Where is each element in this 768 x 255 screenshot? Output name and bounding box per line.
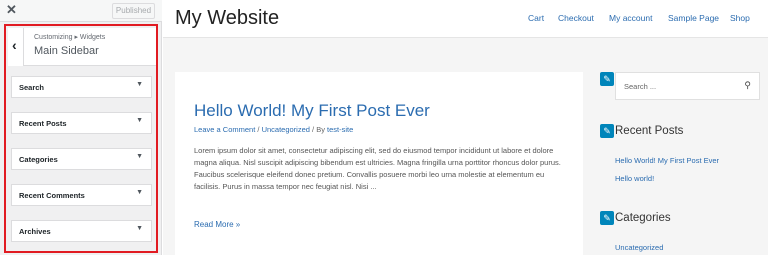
back-button[interactable]: ‹ <box>8 28 24 66</box>
chevron-left-icon: ‹ <box>12 37 17 53</box>
section-title: Main Sidebar <box>34 45 99 57</box>
site-title[interactable]: My Website <box>175 7 279 30</box>
recent-posts-title: Recent Posts <box>615 125 684 137</box>
publish-button[interactable]: Published <box>112 3 155 19</box>
breadcrumb: Customizing ▸ Widgets <box>34 34 106 41</box>
post-title[interactable]: Hello World! My First Post Ever <box>194 101 430 121</box>
caret-down-icon[interactable]: ▼ <box>136 153 143 160</box>
edit-pencil-icon[interactable]: ✎ <box>600 72 614 86</box>
meta-by: / By <box>309 125 328 134</box>
categories-title: Categories <box>615 212 671 224</box>
customizer-top-bar: ✕ Published <box>0 0 162 22</box>
nav-sample-page[interactable]: Sample Page <box>668 13 719 23</box>
caret-down-icon[interactable]: ▼ <box>136 117 143 124</box>
search-input[interactable]: Search ... ⚲ <box>615 72 760 100</box>
close-icon[interactable]: ✕ <box>6 2 17 18</box>
widget-categories[interactable]: Categories ▼ <box>11 148 152 170</box>
widget-recent-comments[interactable]: Recent Comments ▼ <box>11 184 152 206</box>
section-header: ‹ Customizing ▸ Widgets Main Sidebar <box>8 28 156 66</box>
edit-pencil-icon[interactable]: ✎ <box>600 124 614 138</box>
category-link[interactable]: Uncategorized <box>262 125 310 134</box>
widget-label: Recent Comments <box>19 191 85 200</box>
widget-label: Archives <box>19 227 51 236</box>
nav-shop[interactable]: Shop <box>730 13 750 23</box>
widget-search[interactable]: Search ▼ <box>11 76 152 98</box>
site-sidebar: ✎ Search ... ⚲ ✎ Recent Posts Hello Worl… <box>593 66 768 255</box>
caret-down-icon[interactable]: ▼ <box>136 81 143 88</box>
customizer-panel: ✕ Published ‹ Customizing ▸ Widgets Main… <box>0 0 162 255</box>
caret-down-icon[interactable]: ▼ <box>136 189 143 196</box>
post-excerpt: Lorem ipsum dolor sit amet, consectetur … <box>194 146 561 191</box>
post-card: Hello World! My First Post Ever Leave a … <box>175 72 583 255</box>
edit-pencil-icon[interactable]: ✎ <box>600 211 614 225</box>
post-meta: Leave a Comment / Uncategorized / By tes… <box>194 125 353 134</box>
widget-label: Categories <box>19 155 58 164</box>
comment-link[interactable]: Leave a Comment <box>194 125 255 134</box>
search-icon[interactable]: ⚲ <box>744 80 751 91</box>
site-header: My Website Cart Checkout My account Samp… <box>163 0 768 38</box>
recent-post-link[interactable]: Hello world! <box>615 174 654 183</box>
widget-recent-posts[interactable]: Recent Posts ▼ <box>11 112 152 134</box>
search-placeholder: Search ... <box>624 82 657 91</box>
nav-my-account[interactable]: My account <box>609 13 652 23</box>
widget-label: Recent Posts <box>19 119 67 128</box>
widget-label: Search <box>19 83 45 92</box>
site-preview: My Website Cart Checkout My account Samp… <box>163 0 768 255</box>
category-link[interactable]: Uncategorized <box>615 243 663 252</box>
read-more-link[interactable]: Read More » <box>194 220 240 229</box>
nav-checkout[interactable]: Checkout <box>558 13 594 23</box>
recent-post-link[interactable]: Hello World! My First Post Ever <box>615 156 719 165</box>
highlight-box: ‹ Customizing ▸ Widgets Main Sidebar Sea… <box>4 24 158 253</box>
author-link[interactable]: test-site <box>327 125 353 134</box>
caret-down-icon[interactable]: ▼ <box>136 225 143 232</box>
widget-archives[interactable]: Archives ▼ <box>11 220 152 242</box>
nav-cart[interactable]: Cart <box>528 13 544 23</box>
